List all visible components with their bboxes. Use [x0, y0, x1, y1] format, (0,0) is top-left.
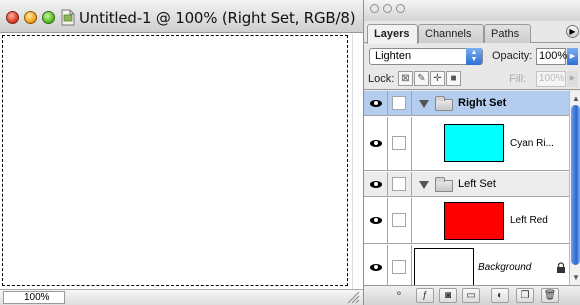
disclosure-triangle-icon[interactable] [419, 100, 429, 108]
link-toggle[interactable] [392, 177, 406, 191]
document-window: Untitled-1 @ 100% (Right Set, RGB/8) 100… [0, 0, 363, 305]
link-toggle[interactable] [392, 136, 406, 150]
new-layer-icon[interactable]: ❐ [516, 288, 534, 303]
zoom-level-field[interactable]: 100% [3, 291, 65, 304]
layer-name: Cyan Ri... [510, 138, 554, 149]
minimize-window-button[interactable] [24, 11, 37, 24]
document-canvas[interactable] [0, 34, 352, 289]
layer-thumbnail [444, 124, 504, 162]
layer-name: Left Set [458, 178, 496, 190]
lock-all-padlock-icon[interactable]: ■ [446, 71, 461, 86]
layer-row-cyan[interactable]: Cyan Ri... [364, 117, 569, 171]
opacity-label: Opacity: [492, 50, 533, 62]
eye-icon[interactable] [370, 217, 382, 224]
link-toggle[interactable] [392, 213, 406, 227]
lock-options-row: Lock: ⊠ ✎ ✛ ■ Fill: 100% ▶ [364, 68, 580, 90]
layers-palette: Layers Channels Paths ▶ Lighten ▲ ▼ Opaci… [363, 0, 580, 305]
scrollbar-thumb[interactable] [571, 105, 580, 265]
palette-zoom-button[interactable] [396, 4, 405, 13]
eye-icon[interactable] [370, 140, 382, 147]
layer-style-icon[interactable]: ƒ [416, 288, 434, 303]
resize-grip-icon[interactable] [345, 290, 360, 304]
add-mask-icon[interactable]: ◙ [439, 288, 457, 303]
fill-label: Fill: [509, 73, 527, 85]
updown-arrows-icon: ▲ ▼ [466, 48, 482, 65]
trash-icon[interactable]: 🗑 [541, 288, 559, 303]
palette-tabs: Layers Channels Paths ▶ [364, 20, 580, 44]
link-cell [388, 117, 412, 170]
marquee-selection [2, 35, 348, 286]
link-cell [388, 245, 412, 285]
eye-icon[interactable] [370, 264, 382, 271]
opacity-slider-arrow-icon[interactable]: ▶ [567, 48, 578, 65]
lock-position-move-icon[interactable]: ✛ [430, 71, 445, 86]
padlock-icon [557, 262, 565, 273]
eye-icon[interactable] [370, 100, 382, 107]
document-proxy-icon[interactable] [61, 9, 75, 26]
layer-thumbnail [444, 202, 504, 240]
layer-row-left-red[interactable]: Left Red [364, 198, 569, 244]
adjustment-layer-icon[interactable]: ◐ [491, 288, 509, 303]
link-cell [388, 198, 412, 243]
layer-list: Right Set Cyan Ri... Left Set Left Red B… [364, 91, 569, 285]
document-title: Untitled-1 @ 100% (Right Set, RGB/8) [79, 9, 356, 27]
document-statusbar: 100% [0, 289, 363, 305]
link-cell [388, 172, 412, 196]
new-group-icon[interactable]: ▭ [462, 288, 480, 303]
layer-name: Background [478, 262, 532, 273]
palette-menu-icon[interactable]: ▶ [566, 25, 579, 38]
fill-slider-arrow-icon[interactable]: ▶ [567, 71, 578, 87]
blend-options-row: Lighten ▲ ▼ Opacity: 100% ▶ [364, 44, 580, 68]
palette-bottom-toolbar: ⚬ ƒ ◙ ▭ ◐ ❐ 🗑 [364, 285, 580, 305]
disclosure-triangle-icon[interactable] [419, 181, 429, 189]
folder-icon [435, 96, 453, 111]
document-vertical-scrollbar[interactable] [352, 34, 363, 289]
layer-name: Right Set [458, 97, 507, 109]
link-toggle[interactable] [392, 260, 406, 274]
eye-icon[interactable] [370, 181, 382, 188]
blend-mode-select[interactable]: Lighten ▲ ▼ [369, 48, 483, 65]
layer-row-left-set[interactable]: Left Set [364, 172, 569, 197]
layer-row-right-set[interactable]: Right Set [364, 91, 569, 116]
opacity-field[interactable]: 100% [536, 48, 567, 65]
document-titlebar[interactable]: Untitled-1 @ 100% (Right Set, RGB/8) [0, 0, 363, 33]
link-layers-icon[interactable]: ⚬ [390, 288, 408, 303]
palette-minimize-button[interactable] [383, 4, 392, 13]
scroll-down-arrow-icon[interactable]: ▼ [572, 273, 580, 282]
lock-label: Lock: [368, 73, 395, 85]
lock-transparency-icon[interactable]: ⊠ [398, 71, 413, 86]
tab-paths[interactable]: Paths [484, 24, 531, 43]
tab-channels[interactable]: Channels [418, 24, 484, 43]
tab-layers[interactable]: Layers [367, 24, 418, 44]
link-toggle[interactable] [392, 96, 406, 110]
visibility-cell [364, 245, 388, 285]
scroll-up-arrow-icon[interactable]: ▲ [572, 94, 580, 103]
layer-name: Left Red [510, 215, 548, 226]
palette-close-button[interactable] [370, 4, 379, 13]
layer-list-scrollbar[interactable]: ▲ ▼ [569, 91, 580, 285]
zoom-window-button[interactable] [42, 11, 55, 24]
lock-image-brush-icon[interactable]: ✎ [414, 71, 429, 86]
visibility-cell [364, 91, 388, 115]
fill-field[interactable]: 100% [536, 71, 566, 87]
visibility-cell [364, 198, 388, 243]
layer-row-background[interactable]: Background [364, 245, 569, 285]
blend-mode-value: Lighten [375, 50, 412, 62]
link-cell [388, 91, 412, 115]
folder-icon [435, 177, 453, 192]
layer-thumbnail [414, 248, 474, 285]
visibility-cell [364, 172, 388, 196]
close-window-button[interactable] [6, 11, 19, 24]
palette-titlebar[interactable] [364, 0, 580, 21]
visibility-cell [364, 117, 388, 170]
